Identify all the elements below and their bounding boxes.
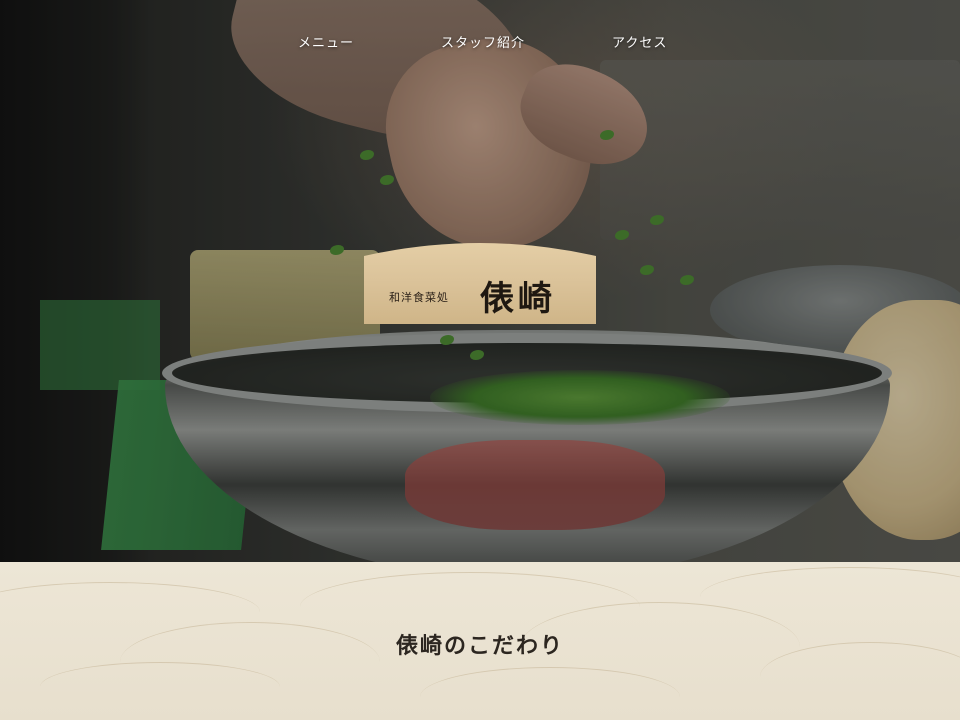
logo-subtitle: 和洋食菜処 [389,291,449,304]
commitment-section: 俵崎のこだわり [0,562,960,720]
nav-link-staff[interactable]: スタッフ紹介 [441,32,525,51]
nav-link-access[interactable]: アクセス [612,32,667,51]
paper-fiber [420,667,680,720]
section-title: 俵崎のこだわり [395,633,564,659]
global-nav: メニュー スタッフ紹介 アクセス [0,32,960,52]
paper-fiber [40,662,280,712]
nav-link-menu[interactable]: メニュー [298,32,354,51]
logo-name: 俵崎 [480,279,556,319]
